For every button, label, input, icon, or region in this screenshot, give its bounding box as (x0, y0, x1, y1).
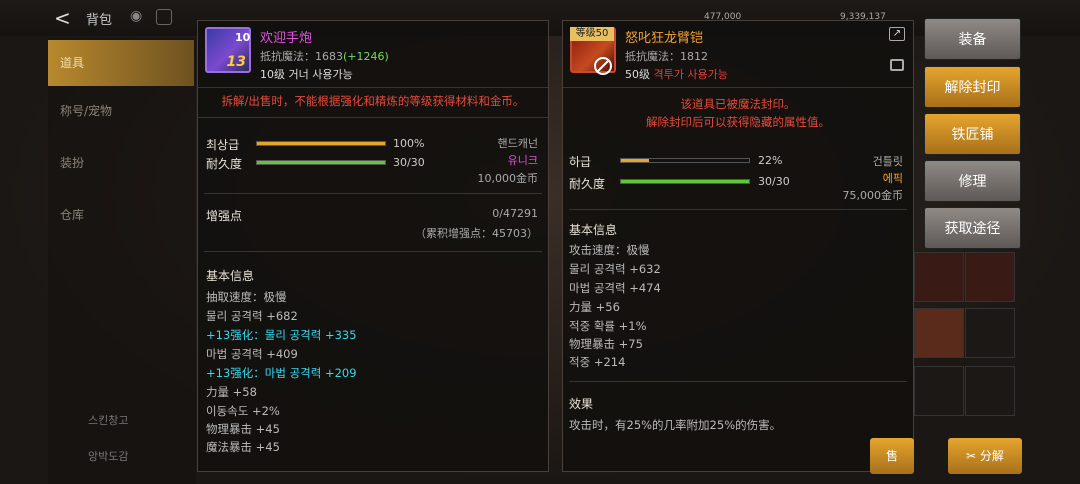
disassemble-button[interactable]: ✂ 分解 (948, 438, 1022, 474)
effect-text: 攻击时，有25%的几率附加25%的伤害。 (569, 418, 782, 432)
sidebar-tab-avatar[interactable]: 装扮 (48, 140, 194, 186)
stat-line: 물리 공격력 +682 (206, 309, 298, 323)
item-tooltip-2: 等级50 怒叱狂龙臂铠 抵抗魔法：1812 50级 격투가 사용가능 ↗ 该道具… (562, 20, 914, 472)
inventory-slot[interactable] (914, 308, 964, 358)
durability-value: 30/30 (758, 175, 790, 188)
equip-button[interactable]: 装备 (924, 18, 1021, 60)
repair-button[interactable]: 修理 (924, 160, 1021, 202)
grade-percent: 100% (393, 137, 425, 150)
durability-label: 耐久度 (206, 157, 243, 171)
enhance-points-value: 0/47291 (492, 207, 538, 220)
unseal-button[interactable]: 解除封印 (924, 66, 1021, 108)
level-badge: 等级50 (570, 27, 614, 41)
inventory-slot[interactable] (965, 308, 1015, 358)
divider (198, 87, 548, 88)
durability-label: 耐久度 (569, 177, 606, 191)
sidebar-tab-titles[interactable]: 称号/宠物 (48, 88, 194, 134)
effect-heading: 效果 (569, 397, 594, 411)
lock-icon[interactable] (890, 59, 904, 71)
stat-line: 물리 공격력 +632 (569, 262, 661, 276)
divider (563, 87, 913, 88)
inventory-slot[interactable] (965, 252, 1015, 302)
stat-line: 攻击速度：极慢 (569, 243, 650, 257)
sealed-warning-1: 该道具已被魔法封印。 (680, 97, 796, 111)
divider (198, 117, 548, 118)
back-button[interactable]: < (54, 6, 71, 30)
divider (204, 251, 542, 252)
item-type: 핸드캐넌 (497, 137, 538, 150)
basic-info-heading: 基本信息 (206, 269, 255, 283)
acquisition-button[interactable]: 获取途径 (924, 207, 1021, 249)
divider (569, 381, 907, 382)
sealed-warning-2: 解除封印后可以获得隐藏的属性值。 (646, 115, 830, 129)
stat-line: 적중 +214 (569, 355, 626, 369)
inventory-screen: < 背包 ◉ 477,000 9,339,137 道具 称号/宠物 装扮 仓库 … (0, 0, 1080, 484)
stat-line-enhance: +13强化：마법 공격력 +209 (206, 366, 357, 380)
square-icon[interactable] (156, 9, 172, 25)
inventory-slot[interactable] (914, 252, 964, 302)
durability-bar (256, 160, 386, 165)
item-name: 怒叱狂龙臂铠 (625, 31, 704, 46)
collection-link[interactable]: 앙박도감 (88, 448, 128, 464)
stat-line: 이동속도 +2% (206, 404, 280, 418)
sealed-icon (594, 57, 612, 75)
sell-button[interactable]: 售 (870, 438, 914, 474)
inventory-slot[interactable] (965, 366, 1015, 416)
share-icon[interactable]: ↗ (889, 27, 905, 41)
stat-line: 마법 공격력 +474 (569, 281, 661, 295)
scissors-icon: ✂ (966, 449, 980, 463)
requirement: 10级 거너 사용가능 (260, 68, 353, 81)
stat-line: 物理暴击 +45 (206, 422, 280, 436)
item-tooltip-1: 10 13 欢迎手炮 抵抗魔法：1683(+1246) 10级 거너 사용가능 … (197, 20, 549, 472)
stat-line: 魔法暴击 +45 (206, 440, 280, 454)
item-rarity: 에픽 (882, 172, 903, 185)
stat-line: 적중 확률 +1% (569, 319, 647, 333)
stat-line-enhance: +13强化：물리 공격력 +335 (206, 328, 357, 342)
grade-percent: 22% (758, 154, 783, 167)
accumulated-points: （累积增强点：45703） (415, 227, 538, 240)
basic-info-heading: 基本信息 (569, 223, 618, 237)
stat-line: 力量 +58 (206, 385, 257, 399)
magic-resist: 抵抗魔法：1683(+1246) (260, 50, 389, 63)
divider (204, 193, 542, 194)
skin-storage-link[interactable]: 스킨창고 (88, 412, 128, 428)
inventory-slot[interactable] (914, 366, 964, 416)
enhance-level: 13 (226, 54, 246, 70)
item-price: 75,000金币 (842, 189, 904, 202)
grade-bar (620, 158, 750, 163)
item-price: 10,000金币 (477, 172, 539, 185)
grade-bar (256, 141, 386, 146)
durability-value: 30/30 (393, 156, 425, 169)
stat-line: 物理暴击 +75 (569, 337, 643, 351)
enhance-points-label: 增强点 (206, 209, 243, 223)
screen-title: 背包 (86, 13, 113, 28)
item-level: 10 (235, 31, 251, 44)
eye-icon[interactable]: ◉ (130, 8, 142, 24)
sidebar-tab-items[interactable]: 道具 (48, 40, 194, 86)
hand-cannon-icon: 10 13 (205, 27, 251, 73)
grade-label: 최상급 (206, 138, 240, 152)
item-name: 欢迎手炮 (260, 31, 313, 46)
blacksmith-button[interactable]: 铁匠铺 (924, 113, 1021, 155)
stat-line: 마법 공격력 +409 (206, 347, 298, 361)
stat-line: 力量 +56 (569, 300, 620, 314)
stat-line: 抽取速度：极慢 (206, 290, 287, 304)
warning-text: 拆解/出售时，不能根据强化和精炼的等级获得材料和金币。 (221, 94, 525, 108)
item-type: 건틀릿 (872, 155, 903, 168)
sidebar-tab-storage[interactable]: 仓库 (48, 192, 194, 238)
item-rarity: 유니크 (507, 154, 538, 167)
grade-label: 하급 (569, 155, 592, 169)
requirement: 50级 격투가 사용가능 (625, 68, 728, 81)
durability-bar (620, 179, 750, 184)
magic-resist: 抵抗魔法：1812 (625, 50, 708, 63)
divider (569, 209, 907, 210)
